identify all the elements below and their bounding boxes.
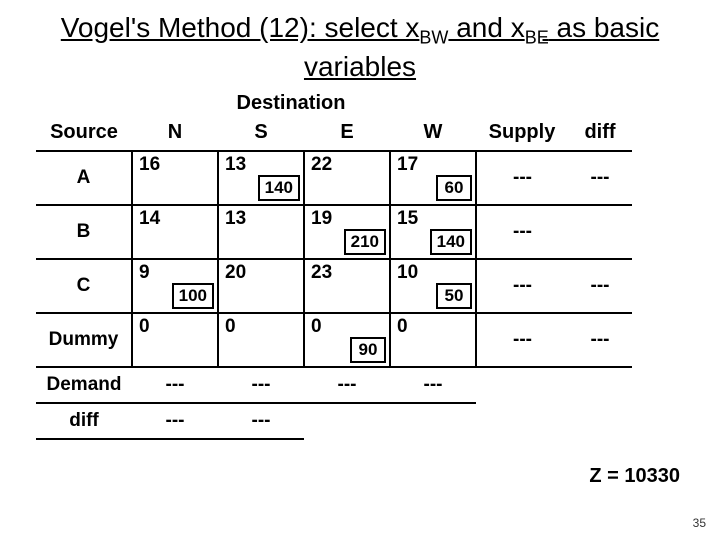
title-sub-bw: BW bbox=[419, 28, 448, 48]
cell-a-s: 13 140 bbox=[218, 151, 304, 205]
demand-row: Demand --- --- --- --- bbox=[36, 367, 632, 403]
cost: 0 bbox=[311, 316, 322, 338]
cost: 19 bbox=[311, 208, 332, 230]
cell-d-w: 0 bbox=[390, 313, 476, 367]
title-text-b: and x bbox=[448, 12, 524, 43]
supply-d: --- bbox=[476, 313, 568, 367]
destination-label: Destination bbox=[116, 92, 466, 115]
transport-table: Source N S E W Supply diff A 16 13140 22… bbox=[36, 115, 632, 440]
cost: 23 bbox=[311, 262, 332, 284]
diff-d: --- bbox=[568, 313, 632, 367]
table-row: A 16 13140 22 1760 --- --- bbox=[36, 151, 632, 205]
table-row: Dummy 0 0 0 90 0 --- --- bbox=[36, 313, 632, 367]
cell-c-s: 20 bbox=[218, 259, 304, 313]
diff-c: --- bbox=[568, 259, 632, 313]
cost: 16 bbox=[139, 154, 160, 176]
alloc: 100 bbox=[172, 283, 214, 309]
table-wrap: Destination Source N S E W Supply diff A… bbox=[0, 88, 720, 440]
title-sub-be: BE bbox=[525, 28, 549, 48]
coldiff-s: --- bbox=[218, 403, 304, 439]
cell-a-n: 16 bbox=[132, 151, 218, 205]
cell-c-e: 23 bbox=[304, 259, 390, 313]
demand-n: --- bbox=[132, 367, 218, 403]
cell-b-e: 19 210 bbox=[304, 205, 390, 259]
cost: 10 bbox=[397, 262, 418, 284]
header-w: W bbox=[390, 115, 476, 151]
row-label-b: B bbox=[36, 205, 132, 259]
cell-b-s: 13 bbox=[218, 205, 304, 259]
cost: 15 bbox=[397, 208, 418, 230]
cost: 0 bbox=[139, 316, 150, 338]
cell-c-n: 9 100 bbox=[132, 259, 218, 313]
header-e: E bbox=[304, 115, 390, 151]
cost: 17 bbox=[397, 154, 418, 176]
cost: 0 bbox=[397, 316, 408, 338]
cell-b-w: 15 140 bbox=[390, 205, 476, 259]
alloc: 140 bbox=[258, 175, 300, 201]
page-number: 35 bbox=[693, 516, 706, 530]
cell-d-n: 0 bbox=[132, 313, 218, 367]
alloc: 90 bbox=[350, 337, 386, 363]
header-n: N bbox=[132, 115, 218, 151]
cell-a-w: 1760 bbox=[390, 151, 476, 205]
demand-e: --- bbox=[304, 367, 390, 403]
cell-b-n: 14 bbox=[132, 205, 218, 259]
cost: 20 bbox=[225, 262, 246, 284]
cost: 13 bbox=[225, 154, 246, 176]
cost: 13 bbox=[225, 208, 246, 230]
header-supply: Supply bbox=[476, 115, 568, 151]
header-diff: diff bbox=[568, 115, 632, 151]
alloc: 60 bbox=[436, 175, 472, 201]
row-label-dummy: Dummy bbox=[36, 313, 132, 367]
supply-a: --- bbox=[476, 151, 568, 205]
alloc: 140 bbox=[430, 229, 472, 255]
coldiff-e bbox=[304, 403, 390, 439]
title-text-a: Vogel's Method (12): select x bbox=[61, 12, 420, 43]
col-diff-label: diff bbox=[36, 403, 132, 439]
cost: 9 bbox=[139, 262, 150, 284]
table-row: C 9 100 20 23 10 50 --- --- bbox=[36, 259, 632, 313]
header-s: S bbox=[218, 115, 304, 151]
cost: 14 bbox=[139, 208, 160, 230]
cost: 0 bbox=[225, 316, 236, 338]
row-label-a: A bbox=[36, 151, 132, 205]
demand-s: --- bbox=[218, 367, 304, 403]
supply-b: --- bbox=[476, 205, 568, 259]
diff-b bbox=[568, 205, 632, 259]
row-label-c: C bbox=[36, 259, 132, 313]
coldiff-n: --- bbox=[132, 403, 218, 439]
alloc: 50 bbox=[436, 283, 472, 309]
cell-d-e: 0 90 bbox=[304, 313, 390, 367]
demand-label: Demand bbox=[36, 367, 132, 403]
demand-w: --- bbox=[390, 367, 476, 403]
col-diff-row: diff --- --- bbox=[36, 403, 632, 439]
alloc: 210 bbox=[344, 229, 386, 255]
cell-d-s: 0 bbox=[218, 313, 304, 367]
page-title: Vogel's Method (12): select xBW and xBE … bbox=[0, 0, 720, 88]
header-source: Source bbox=[36, 115, 132, 151]
cell-c-w: 10 50 bbox=[390, 259, 476, 313]
cell-a-e: 22 bbox=[304, 151, 390, 205]
header-row: Source N S E W Supply diff bbox=[36, 115, 632, 151]
diff-a: --- bbox=[568, 151, 632, 205]
supply-c: --- bbox=[476, 259, 568, 313]
cost: 22 bbox=[311, 154, 332, 176]
coldiff-w bbox=[390, 403, 476, 439]
table-row: B 14 13 19 210 15 140 --- bbox=[36, 205, 632, 259]
objective-value: Z = 10330 bbox=[589, 465, 680, 488]
